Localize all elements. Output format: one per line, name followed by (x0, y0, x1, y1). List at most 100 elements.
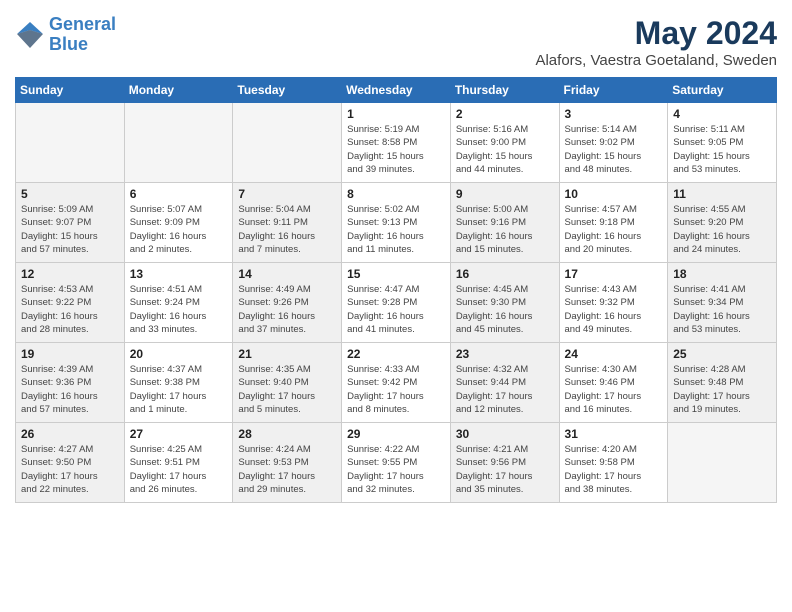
day-cell: 6 Sunrise: 5:07 AMSunset: 9:09 PMDaylight… (124, 183, 233, 263)
day-number: 25 (673, 347, 771, 361)
day-info: Sunrise: 4:33 AMSunset: 9:42 PMDaylight:… (347, 363, 445, 416)
day-number: 28 (238, 427, 336, 441)
day-number: 9 (456, 187, 554, 201)
day-info: Sunrise: 5:09 AMSunset: 9:07 PMDaylight:… (21, 203, 119, 256)
day-number: 18 (673, 267, 771, 281)
title-area: May 2024 Alafors, Vaestra Goetaland, Swe… (535, 15, 777, 69)
day-cell (233, 103, 342, 183)
day-info: Sunrise: 4:51 AMSunset: 9:24 PMDaylight:… (130, 283, 228, 336)
day-info: Sunrise: 4:37 AMSunset: 9:38 PMDaylight:… (130, 363, 228, 416)
day-number: 10 (565, 187, 663, 201)
day-info: Sunrise: 4:49 AMSunset: 9:26 PMDaylight:… (238, 283, 336, 336)
day-info: Sunrise: 5:14 AMSunset: 9:02 PMDaylight:… (565, 123, 663, 176)
week-row-5: 26 Sunrise: 4:27 AMSunset: 9:50 PMDayligh… (16, 423, 777, 503)
day-cell: 15 Sunrise: 4:47 AMSunset: 9:28 PMDayligh… (342, 263, 451, 343)
day-number: 24 (565, 347, 663, 361)
day-cell (668, 423, 777, 503)
week-row-4: 19Sunrise: 4:39 AMSunset: 9:36 PMDayligh… (16, 343, 777, 423)
day-number: 11 (673, 187, 771, 201)
day-number: 14 (238, 267, 336, 281)
day-cell: 19Sunrise: 4:39 AMSunset: 9:36 PMDayligh… (16, 343, 125, 423)
day-info: Sunrise: 4:20 AMSunset: 9:58 PMDaylight:… (565, 443, 663, 496)
week-row-1: 1Sunrise: 5:19 AMSunset: 8:58 PMDaylight… (16, 103, 777, 183)
day-cell: 10Sunrise: 4:57 AMSunset: 9:18 PMDayligh… (559, 183, 668, 263)
logo-line1: General (49, 14, 116, 34)
day-number: 12 (21, 267, 119, 281)
day-info: Sunrise: 4:30 AMSunset: 9:46 PMDaylight:… (565, 363, 663, 416)
day-cell: 30 Sunrise: 4:21 AMSunset: 9:56 PMDayligh… (450, 423, 559, 503)
day-cell: 28 Sunrise: 4:24 AMSunset: 9:53 PMDayligh… (233, 423, 342, 503)
day-cell: 1Sunrise: 5:19 AMSunset: 8:58 PMDaylight… (342, 103, 451, 183)
day-cell: 22 Sunrise: 4:33 AMSunset: 9:42 PMDayligh… (342, 343, 451, 423)
day-info: Sunrise: 4:45 AMSunset: 9:30 PMDaylight:… (456, 283, 554, 336)
day-number: 19 (21, 347, 119, 361)
day-number: 30 (456, 427, 554, 441)
day-number: 13 (130, 267, 228, 281)
day-info: Sunrise: 5:19 AMSunset: 8:58 PMDaylight:… (347, 123, 445, 176)
day-number: 4 (673, 107, 771, 121)
day-cell: 26 Sunrise: 4:27 AMSunset: 9:50 PMDayligh… (16, 423, 125, 503)
day-info: Sunrise: 4:41 AMSunset: 9:34 PMDaylight:… (673, 283, 771, 336)
day-cell: 20 Sunrise: 4:37 AMSunset: 9:38 PMDayligh… (124, 343, 233, 423)
day-number: 21 (238, 347, 336, 361)
header-cell-sunday: Sunday (16, 78, 125, 103)
day-cell: 8Sunrise: 5:02 AMSunset: 9:13 PMDaylight… (342, 183, 451, 263)
day-number: 26 (21, 427, 119, 441)
day-number: 15 (347, 267, 445, 281)
day-cell: 24 Sunrise: 4:30 AMSunset: 9:46 PMDayligh… (559, 343, 668, 423)
day-cell: 16 Sunrise: 4:45 AMSunset: 9:30 PMDayligh… (450, 263, 559, 343)
day-number: 29 (347, 427, 445, 441)
logo-line2: Blue (49, 34, 88, 54)
day-cell: 2 Sunrise: 5:16 AMSunset: 9:00 PMDaylight… (450, 103, 559, 183)
day-number: 2 (456, 107, 554, 121)
day-info: Sunrise: 4:47 AMSunset: 9:28 PMDaylight:… (347, 283, 445, 336)
day-info: Sunrise: 4:32 AMSunset: 9:44 PMDaylight:… (456, 363, 554, 416)
day-info: Sunrise: 5:04 AMSunset: 9:11 PMDaylight:… (238, 203, 336, 256)
day-number: 20 (130, 347, 228, 361)
day-number: 23 (456, 347, 554, 361)
day-info: Sunrise: 5:07 AMSunset: 9:09 PMDaylight:… (130, 203, 228, 256)
day-number: 5 (21, 187, 119, 201)
header: General Blue May 2024 Alafors, Vaestra G… (15, 15, 777, 69)
day-number: 6 (130, 187, 228, 201)
day-number: 16 (456, 267, 554, 281)
header-cell-monday: Monday (124, 78, 233, 103)
header-cell-wednesday: Wednesday (342, 78, 451, 103)
location-title: Alafors, Vaestra Goetaland, Sweden (535, 52, 777, 69)
day-cell: 18 Sunrise: 4:41 AMSunset: 9:34 PMDayligh… (668, 263, 777, 343)
day-info: Sunrise: 5:16 AMSunset: 9:00 PMDaylight:… (456, 123, 554, 176)
day-cell: 14 Sunrise: 4:49 AMSunset: 9:26 PMDayligh… (233, 263, 342, 343)
day-cell (124, 103, 233, 183)
day-info: Sunrise: 4:25 AMSunset: 9:51 PMDaylight:… (130, 443, 228, 496)
calendar-table: SundayMondayTuesdayWednesdayThursdayFrid… (15, 77, 777, 503)
day-cell: 4Sunrise: 5:11 AMSunset: 9:05 PMDaylight… (668, 103, 777, 183)
day-number: 8 (347, 187, 445, 201)
day-info: Sunrise: 4:27 AMSunset: 9:50 PMDaylight:… (21, 443, 119, 496)
day-cell: 5 Sunrise: 5:09 AMSunset: 9:07 PMDaylight… (16, 183, 125, 263)
day-number: 3 (565, 107, 663, 121)
day-info: Sunrise: 4:24 AMSunset: 9:53 PMDaylight:… (238, 443, 336, 496)
day-cell: 13 Sunrise: 4:51 AMSunset: 9:24 PMDayligh… (124, 263, 233, 343)
day-info: Sunrise: 4:21 AMSunset: 9:56 PMDaylight:… (456, 443, 554, 496)
week-row-3: 12Sunrise: 4:53 AMSunset: 9:22 PMDayligh… (16, 263, 777, 343)
day-info: Sunrise: 4:28 AMSunset: 9:48 PMDaylight:… (673, 363, 771, 416)
day-cell: 12Sunrise: 4:53 AMSunset: 9:22 PMDayligh… (16, 263, 125, 343)
week-row-2: 5 Sunrise: 5:09 AMSunset: 9:07 PMDaylight… (16, 183, 777, 263)
day-cell: 27 Sunrise: 4:25 AMSunset: 9:51 PMDayligh… (124, 423, 233, 503)
day-cell: 31 Sunrise: 4:20 AMSunset: 9:58 PMDayligh… (559, 423, 668, 503)
day-info: Sunrise: 5:00 AMSunset: 9:16 PMDaylight:… (456, 203, 554, 256)
day-number: 31 (565, 427, 663, 441)
day-number: 17 (565, 267, 663, 281)
header-cell-tuesday: Tuesday (233, 78, 342, 103)
day-cell: 11 Sunrise: 4:55 AMSunset: 9:20 PMDayligh… (668, 183, 777, 263)
day-cell: 9 Sunrise: 5:00 AMSunset: 9:16 PMDaylight… (450, 183, 559, 263)
day-cell: 7 Sunrise: 5:04 AMSunset: 9:11 PMDaylight… (233, 183, 342, 263)
day-info: Sunrise: 4:35 AMSunset: 9:40 PMDaylight:… (238, 363, 336, 416)
day-info: Sunrise: 4:55 AMSunset: 9:20 PMDaylight:… (673, 203, 771, 256)
day-number: 27 (130, 427, 228, 441)
header-cell-saturday: Saturday (668, 78, 777, 103)
day-number: 22 (347, 347, 445, 361)
day-number: 7 (238, 187, 336, 201)
header-cell-thursday: Thursday (450, 78, 559, 103)
logo: General Blue (15, 15, 116, 55)
